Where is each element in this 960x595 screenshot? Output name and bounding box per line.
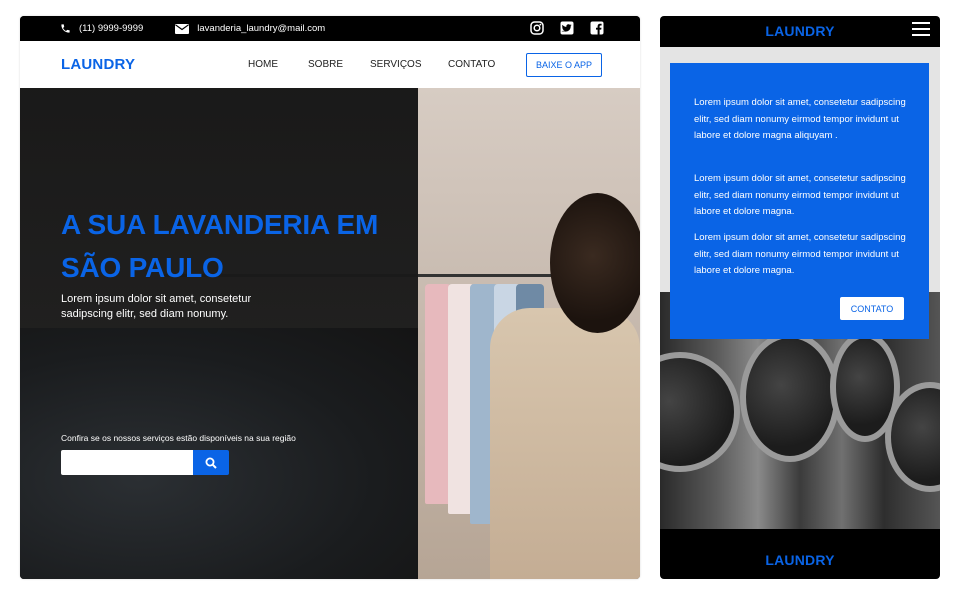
footer-brand-logo[interactable]: LAUNDRY xyxy=(660,552,940,568)
hamburger-menu-icon[interactable] xyxy=(912,22,930,36)
woman-figure xyxy=(490,308,640,579)
info-paragraph-1: Lorem ipsum dolor sit amet, consetetur s… xyxy=(694,97,906,141)
mobile-header: LAUNDRY xyxy=(660,16,940,47)
facebook-icon[interactable] xyxy=(590,21,604,35)
phone-contact[interactable]: (11) 9999-9999 xyxy=(60,23,143,34)
brand-logo[interactable]: LAUNDRY xyxy=(61,56,135,73)
hero-section: A SUA LAVANDERIA EM SÃO PAULO Lorem ipsu… xyxy=(20,88,640,579)
nav-links: HOME SOBRE SERVIÇOS CONTATO xyxy=(248,59,508,70)
woman-hair xyxy=(550,193,640,333)
nav-link-contato[interactable]: CONTATO xyxy=(448,59,508,70)
washer-door xyxy=(740,332,840,462)
instagram-icon[interactable] xyxy=(530,21,544,35)
region-search-input[interactable] xyxy=(61,450,194,475)
nav-link-home[interactable]: HOME xyxy=(248,59,308,70)
search-label: Confira se os nossos serviços estão disp… xyxy=(61,433,296,443)
washer-door xyxy=(660,352,740,472)
social-links xyxy=(530,21,604,35)
email-address: lavanderia_laundry@mail.com xyxy=(197,23,326,34)
nav-link-sobre[interactable]: SOBRE xyxy=(308,59,370,70)
hero-title-line2: SÃO PAULO xyxy=(61,252,224,283)
info-paragraph-3: Lorem ipsum dolor sit amet, consetetur s… xyxy=(694,232,906,276)
hero-title-line1: A SUA LAVANDERIA EM xyxy=(61,209,379,240)
hero-subtitle: Lorem ipsum dolor sit amet, consetetur s… xyxy=(61,293,252,320)
mobile-footer: LAUNDRY xyxy=(660,529,940,579)
main-navbar: LAUNDRY HOME SOBRE SERVIÇOS CONTATO BAIX… xyxy=(20,41,640,88)
mobile-mockup: LAUNDRY Lorem ipsum dolor sit amet, cons… xyxy=(660,16,940,579)
mobile-info-card: Lorem ipsum dolor sit amet, consetetur s… xyxy=(670,63,929,339)
search-icon xyxy=(205,457,217,469)
download-app-button[interactable]: BAIXE O APP xyxy=(526,53,602,77)
mobile-brand-logo[interactable]: LAUNDRY xyxy=(660,23,940,39)
desktop-mockup: (11) 9999-9999 lavanderia_laundry@mail.c… xyxy=(20,16,640,579)
contact-button[interactable]: CONTATO xyxy=(840,297,904,320)
phone-icon xyxy=(61,24,70,33)
hero-title: A SUA LAVANDERIA EM SÃO PAULO xyxy=(61,203,401,289)
nav-link-servicos[interactable]: SERVIÇOS xyxy=(370,59,448,70)
top-bar: (11) 9999-9999 lavanderia_laundry@mail.c… xyxy=(20,16,640,41)
email-contact[interactable]: lavanderia_laundry@mail.com xyxy=(175,23,325,34)
info-paragraph-2: Lorem ipsum dolor sit amet, consetetur s… xyxy=(694,173,906,217)
phone-number: (11) 9999-9999 xyxy=(79,23,144,34)
mail-icon xyxy=(175,23,190,34)
twitter-icon[interactable] xyxy=(560,21,574,35)
search-button[interactable] xyxy=(193,450,229,475)
